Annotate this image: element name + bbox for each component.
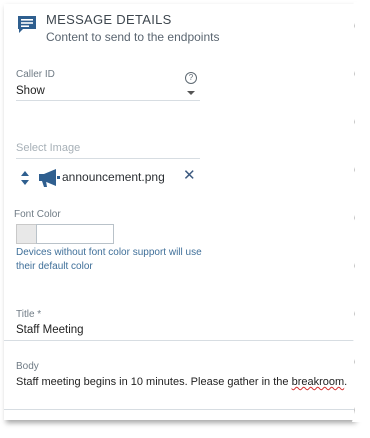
body-text: Staff meeting begins in 10 minutes. Plea… — [16, 376, 292, 388]
caller-id-label: Caller ID — [16, 69, 55, 80]
torn-edge — [348, 2, 362, 422]
caller-id-underline — [16, 100, 200, 101]
section-title: MESSAGE DETAILS — [46, 12, 172, 27]
message-details-panel: MESSAGE DETAILS Content to send to the e… — [4, 4, 354, 420]
body-text-end: . — [344, 376, 348, 388]
font-color-label: Font Color — [14, 209, 61, 220]
title-underline — [4, 340, 354, 341]
select-image-input[interactable]: Select Image — [16, 142, 80, 154]
body-input[interactable]: Staff meeting begins in 10 minutes. Plea… — [16, 376, 347, 388]
font-color-hint: Devices without font color support will … — [16, 247, 202, 272]
body-label: Body — [16, 361, 39, 372]
font-color-input[interactable] — [36, 224, 114, 244]
image-file-name: announcement.png — [62, 170, 165, 184]
megaphone-icon — [39, 169, 60, 187]
remove-image-icon[interactable]: ✕ — [183, 168, 196, 184]
chevron-down-icon[interactable] — [187, 91, 195, 95]
caller-id-select[interactable]: Show — [16, 85, 45, 97]
misspelled-word: breakroom — [291, 376, 345, 388]
title-label: Title * — [16, 309, 42, 320]
title-input[interactable]: Staff Meeting — [16, 324, 84, 336]
help-circle-icon[interactable]: ? — [185, 72, 197, 84]
section-subtitle: Content to send to the endpoints — [46, 30, 220, 44]
font-color-swatch[interactable] — [16, 224, 37, 244]
sort-icon[interactable] — [21, 171, 29, 185]
body-underline — [4, 409, 354, 410]
select-image-underline — [16, 158, 200, 159]
message-icon — [18, 16, 36, 33]
